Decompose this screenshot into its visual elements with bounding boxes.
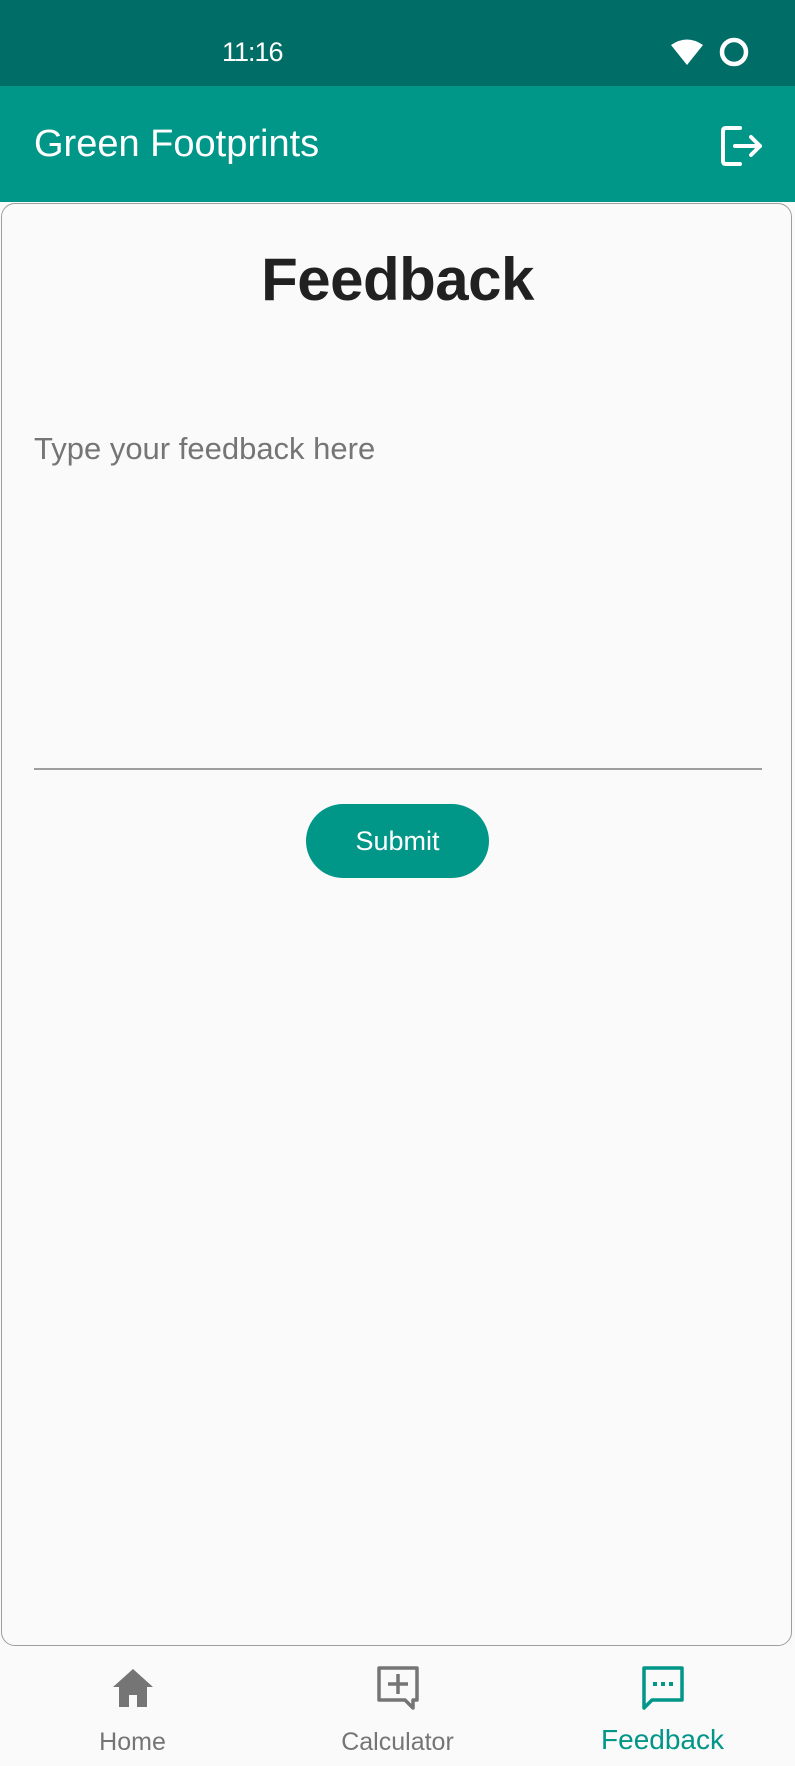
submit-button[interactable]: Submit	[306, 804, 489, 878]
status-bar: 11:16	[0, 0, 795, 86]
wifi-icon	[671, 39, 703, 65]
page-title: Feedback	[261, 246, 534, 313]
home-icon	[113, 1669, 153, 1707]
nav-label-feedback: Feedback	[601, 1724, 724, 1755]
feedback-input[interactable]	[34, 425, 762, 770]
logout-icon	[721, 126, 762, 166]
nav-label-calculator: Calculator	[341, 1728, 454, 1756]
calculator-plus-icon	[377, 1666, 419, 1710]
logout-button[interactable]	[718, 122, 766, 170]
battery-ring-icon	[719, 37, 749, 67]
content-card	[1, 203, 792, 1646]
bottom-nav: Home Calculator Feedback	[0, 1648, 795, 1766]
app-title: Green Footprints	[34, 123, 320, 165]
app-bar: Green Footprints	[0, 86, 795, 202]
status-time: 11:16	[222, 37, 284, 67]
nav-item-feedback[interactable]: Feedback	[530, 1648, 795, 1766]
nav-item-calculator[interactable]: Calculator	[265, 1648, 530, 1766]
nav-label-home: Home	[99, 1728, 166, 1756]
nav-item-home[interactable]: Home	[0, 1648, 265, 1766]
feedback-chat-icon	[642, 1666, 684, 1710]
